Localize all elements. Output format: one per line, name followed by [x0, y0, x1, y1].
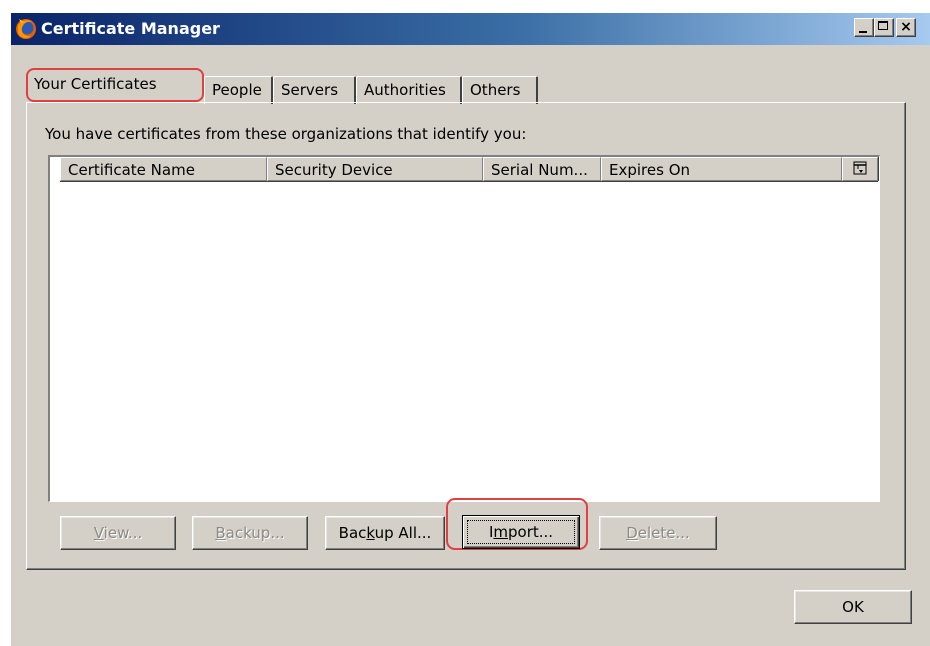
view-button[interactable]: View...: [60, 516, 176, 550]
column-header-label: Expires On: [609, 161, 691, 179]
tab-servers[interactable]: Servers: [273, 76, 356, 104]
maximize-button[interactable]: [874, 18, 894, 37]
title-bar[interactable]: Certificate Manager ×: [11, 13, 930, 45]
minimize-icon: [859, 31, 867, 33]
tab-others[interactable]: Others: [462, 76, 538, 104]
close-icon: ×: [900, 19, 912, 35]
column-picker-icon: [853, 161, 867, 175]
firefox-icon: [16, 19, 36, 39]
column-header-serial-number[interactable]: Serial Num...: [483, 157, 601, 181]
tab-authorities[interactable]: Authorities: [356, 76, 462, 104]
column-header-certificate-name[interactable]: Certificate Name: [60, 157, 267, 181]
ok-label: OK: [842, 598, 864, 616]
column-header-label: Serial Num...: [491, 161, 588, 179]
column-header-label: Security Device: [275, 161, 393, 179]
backup-all-button[interactable]: Backup All...: [325, 516, 445, 550]
tab-label: Others: [470, 81, 521, 99]
tab-label: Your Certificates: [34, 75, 157, 93]
tab-label: People: [212, 81, 262, 99]
window-title: Certificate Manager: [41, 19, 220, 38]
delete-button[interactable]: Delete...: [599, 516, 717, 550]
column-picker-button[interactable]: [842, 157, 878, 181]
certificate-list[interactable]: Certificate Name Security Device Serial …: [48, 155, 880, 502]
intro-text: You have certificates from these organiz…: [45, 125, 527, 143]
column-header-expires-on[interactable]: Expires On: [601, 157, 842, 181]
tab-your-certificates[interactable]: Your Certificates: [26, 68, 204, 102]
ok-button[interactable]: OK: [794, 590, 912, 624]
backup-button[interactable]: Backup...: [192, 516, 308, 550]
column-header-label: Certificate Name: [68, 161, 195, 179]
maximize-icon: [878, 21, 888, 30]
minimize-button[interactable]: [854, 18, 874, 37]
tab-label: Authorities: [364, 81, 446, 99]
close-button[interactable]: ×: [896, 18, 916, 37]
tab-label: Servers: [281, 81, 339, 99]
tab-people[interactable]: People: [204, 76, 273, 104]
column-header-security-device[interactable]: Security Device: [267, 157, 483, 181]
import-button[interactable]: Import...: [462, 515, 580, 549]
